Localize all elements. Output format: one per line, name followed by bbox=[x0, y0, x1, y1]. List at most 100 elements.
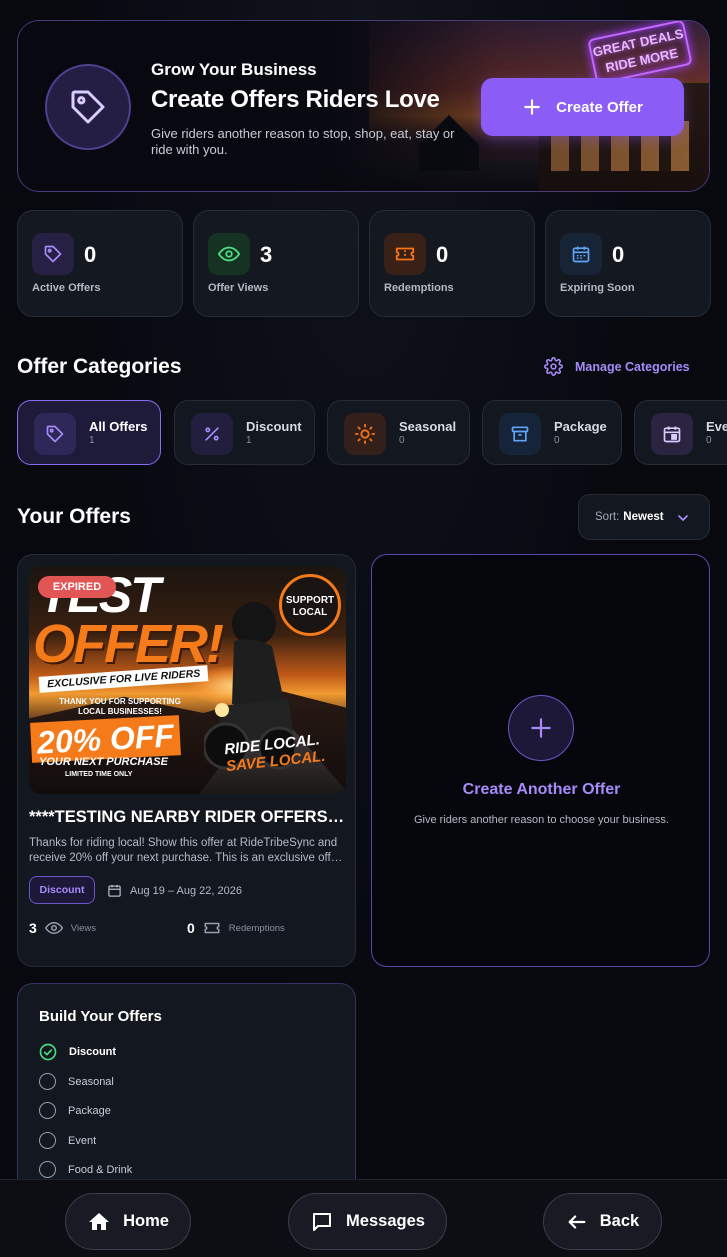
arrow-left-icon bbox=[568, 1214, 586, 1229]
empty-circle-icon bbox=[39, 1132, 56, 1149]
stat-label: Expiring Soon bbox=[560, 282, 635, 294]
category-event[interactable]: Event 0 bbox=[634, 400, 727, 465]
gear-icon bbox=[544, 357, 563, 376]
category-name: Package bbox=[554, 419, 607, 434]
category-count: 1 bbox=[246, 435, 252, 446]
back-button[interactable]: Back bbox=[543, 1193, 662, 1250]
offer-image: TEST OFFER! EXCLUSIVE FOR LIVE RIDERS TH… bbox=[29, 566, 346, 794]
create-another-title: Create Another Offer bbox=[462, 781, 621, 798]
eye-icon bbox=[208, 233, 250, 275]
checklist-label: Discount bbox=[69, 1046, 117, 1058]
stat-redemptions: 0 Redemptions bbox=[369, 210, 535, 317]
empty-circle-icon bbox=[39, 1073, 56, 1090]
hero-description: Give riders another reason to stop, shop… bbox=[151, 126, 455, 157]
empty-circle-icon bbox=[39, 1161, 56, 1178]
tag-icon bbox=[32, 233, 74, 275]
tag-icon bbox=[34, 413, 76, 455]
create-another-description: Give riders another reason to choose you… bbox=[414, 814, 669, 826]
image-text-line6: YOUR NEXT PURCHASE bbox=[39, 756, 168, 768]
offer-redemptions: 0 Redemptions bbox=[187, 919, 285, 937]
category-name: All Offers bbox=[89, 419, 148, 434]
image-text-line7: LIMITED TIME ONLY bbox=[65, 771, 133, 778]
plus-icon bbox=[524, 99, 540, 115]
offers-page: GREAT DEALS RIDE MORE Grow Your Business… bbox=[0, 0, 727, 1257]
stat-value: 0 bbox=[612, 242, 625, 267]
hero-title: Create Offers Riders Love bbox=[151, 86, 440, 113]
back-label: Back bbox=[599, 1212, 640, 1230]
offer-views: 3 Views bbox=[29, 919, 96, 937]
create-offer-button[interactable]: Create Offer bbox=[481, 78, 684, 136]
checklist-item-event: Event bbox=[39, 1132, 96, 1149]
stat-active-offers: 0 Active Offers bbox=[17, 210, 183, 317]
category-count: 0 bbox=[706, 435, 712, 446]
image-text-line4: THANK YOU FOR SUPPORTING LOCAL BUSINESSE… bbox=[59, 697, 181, 716]
calendar-icon bbox=[560, 233, 602, 275]
check-circle-icon bbox=[39, 1043, 57, 1061]
offer-category-tag: Discount bbox=[29, 876, 95, 904]
plus-icon bbox=[508, 695, 574, 761]
hero-banner: GREAT DEALS RIDE MORE Grow Your Business… bbox=[17, 20, 710, 192]
chevron-down-icon bbox=[678, 515, 688, 521]
home-button[interactable]: Home bbox=[65, 1193, 191, 1250]
redemptions-value: 0 bbox=[187, 920, 195, 936]
checklist-item-seasonal: Seasonal bbox=[39, 1073, 114, 1090]
manage-categories-link[interactable]: Manage Categories bbox=[544, 357, 690, 376]
home-icon bbox=[89, 1212, 110, 1230]
category-count: 0 bbox=[554, 435, 560, 446]
category-seasonal[interactable]: Seasonal 0 bbox=[327, 400, 470, 465]
sort-dropdown[interactable]: Sort: Newest bbox=[578, 494, 710, 540]
ticket-icon bbox=[204, 922, 220, 934]
views-value: 3 bbox=[29, 920, 37, 936]
category-name: Event bbox=[706, 419, 727, 434]
views-label: Views bbox=[70, 922, 96, 934]
home-label: Home bbox=[123, 1212, 169, 1230]
category-package[interactable]: Package 0 bbox=[482, 400, 622, 465]
build-title: Build Your Offers bbox=[39, 1008, 162, 1025]
ticket-icon bbox=[384, 233, 426, 275]
stat-value: 0 bbox=[436, 242, 449, 267]
messages-label: Messages bbox=[346, 1212, 425, 1230]
your-offers-title: Your Offers bbox=[17, 505, 131, 528]
category-discount[interactable]: Discount 1 bbox=[174, 400, 315, 465]
checklist-label: Package bbox=[68, 1104, 111, 1117]
message-icon bbox=[313, 1212, 332, 1231]
category-count: 1 bbox=[89, 435, 95, 446]
offer-title: ****TESTING NEARBY RIDER OFFERS**** bbox=[29, 808, 346, 826]
expired-badge: EXPIRED bbox=[38, 576, 116, 598]
hero-kicker: Grow Your Business bbox=[151, 60, 317, 79]
archive-icon bbox=[499, 413, 541, 455]
eye-icon bbox=[44, 921, 63, 935]
image-text-line2: OFFER! bbox=[33, 614, 224, 674]
calendar-icon bbox=[651, 413, 693, 455]
calendar-icon bbox=[108, 884, 121, 897]
bottom-navigation: Home Messages Back bbox=[0, 1179, 727, 1257]
create-another-offer-card[interactable]: Create Another Offer Give riders another… bbox=[371, 554, 710, 967]
category-all-offers[interactable]: All Offers 1 bbox=[17, 400, 161, 465]
stat-label: Active Offers bbox=[32, 282, 101, 294]
percent-icon bbox=[191, 413, 233, 455]
tag-icon bbox=[45, 64, 131, 150]
checklist-label: Seasonal bbox=[68, 1075, 114, 1088]
checklist-item-food-drink: Food & Drink bbox=[39, 1161, 132, 1178]
offer-card[interactable]: TEST OFFER! EXCLUSIVE FOR LIVE RIDERS TH… bbox=[17, 554, 356, 967]
offer-description: Thanks for riding local! Show this offer… bbox=[29, 837, 341, 864]
checklist-item-discount: Discount bbox=[39, 1043, 116, 1061]
create-offer-label: Create Offer bbox=[556, 98, 643, 116]
checklist-label: Event bbox=[68, 1134, 97, 1147]
stat-label: Offer Views bbox=[208, 282, 269, 294]
stat-offer-views: 3 Offer Views bbox=[193, 210, 359, 317]
stat-value: 0 bbox=[84, 242, 97, 267]
categories-title: Offer Categories bbox=[17, 355, 182, 378]
sort-value: Newest bbox=[623, 511, 664, 523]
stat-label: Redemptions bbox=[384, 282, 454, 294]
empty-circle-icon bbox=[39, 1102, 56, 1119]
category-count: 0 bbox=[399, 435, 405, 446]
messages-button[interactable]: Messages bbox=[288, 1193, 447, 1250]
checklist-label: Food & Drink bbox=[68, 1163, 133, 1176]
support-local-seal: SUPPORT LOCAL bbox=[279, 574, 341, 636]
manage-categories-label: Manage Categories bbox=[575, 359, 690, 374]
category-name: Discount bbox=[246, 419, 302, 434]
offer-dates: Aug 19 – Aug 22, 2026 bbox=[107, 883, 242, 898]
sort-prefix: Sort: bbox=[595, 511, 620, 523]
stat-value: 3 bbox=[260, 242, 273, 267]
